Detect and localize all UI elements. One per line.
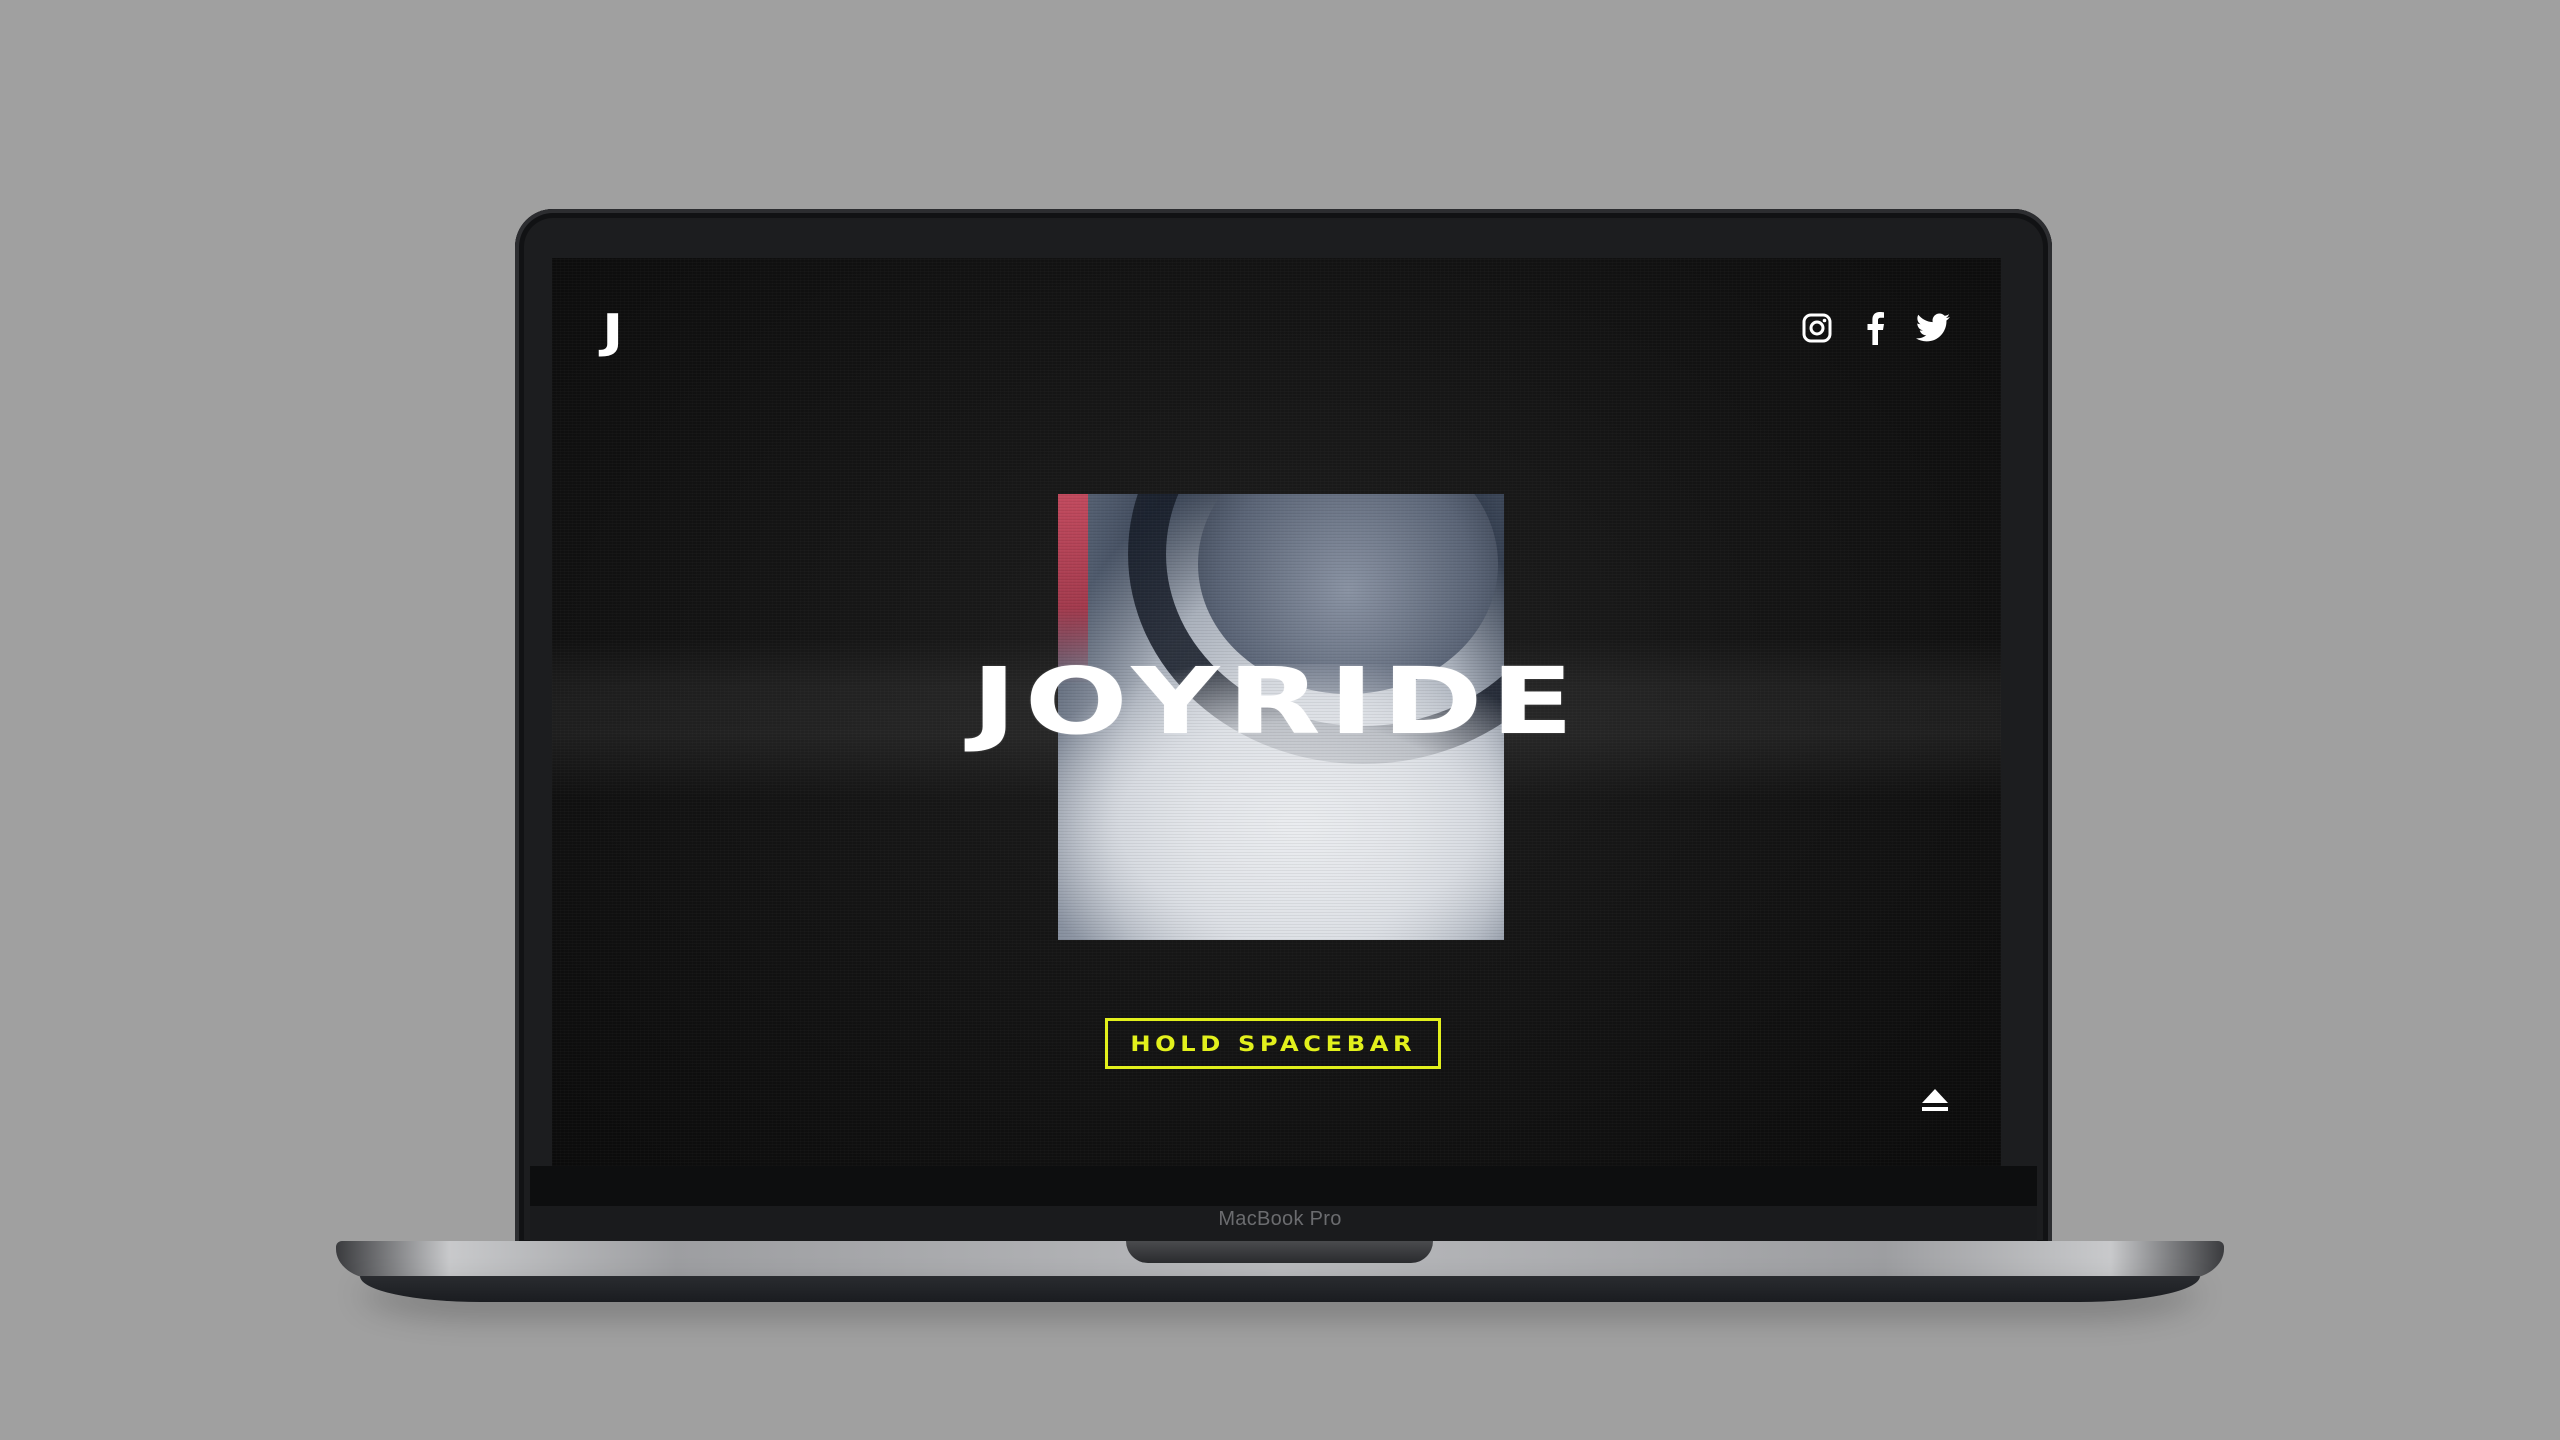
eject-icon[interactable] [1919, 1084, 1951, 1116]
hero-title: JOYRIDE [971, 648, 1582, 755]
hold-spacebar-button[interactable]: HOLD SPACEBAR [1105, 1018, 1441, 1069]
laptop-screen: J JOYRIDE HOLD SPACEBAR [552, 258, 2001, 1166]
twitter-icon[interactable] [1915, 310, 1951, 346]
laptop-base-bottom [360, 1276, 2200, 1302]
hold-spacebar-label: HOLD SPACEBAR [1130, 1031, 1416, 1056]
device-model-label: MacBook Pro [1218, 1208, 1342, 1230]
facebook-icon[interactable] [1857, 310, 1893, 346]
social-links [1799, 310, 1951, 346]
hinge-notch [1126, 1241, 1433, 1263]
mockup-stage: J JOYRIDE HOLD SPACEBAR MacBook Pro [0, 0, 2560, 1440]
instagram-icon[interactable] [1799, 310, 1835, 346]
screen-chin [530, 1166, 2037, 1206]
site-logo[interactable]: J [602, 308, 623, 354]
